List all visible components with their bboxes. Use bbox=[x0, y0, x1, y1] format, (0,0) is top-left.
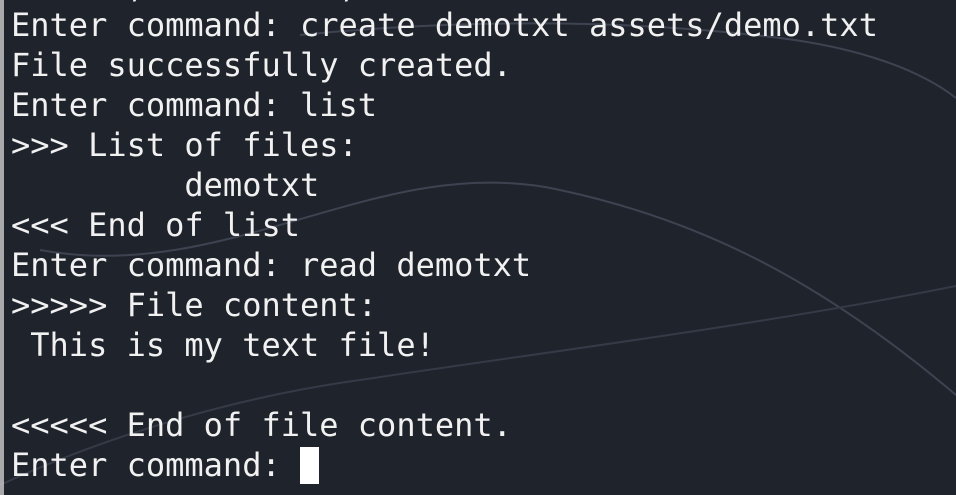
terminal-line: <<<<< End of file content. bbox=[11, 406, 512, 444]
prompt-label: Enter command: bbox=[11, 446, 300, 484]
terminal-left-border bbox=[0, 0, 4, 495]
terminal-line: File successfully created. bbox=[11, 46, 512, 84]
terminal-line: This is my text file! bbox=[11, 326, 435, 364]
terminal-line: Enter command: read demotxt bbox=[11, 246, 532, 284]
terminal-prompt-line[interactable]: Enter command: bbox=[11, 445, 956, 485]
terminal-line: Enter command: create demotxt assets/dem… bbox=[11, 6, 878, 44]
terminal-line: >>>>> File content: bbox=[11, 286, 378, 324]
terminal-line: <<< End of list bbox=[11, 206, 300, 244]
terminal-output[interactable]: Enter command: create demotxt assets/dem… bbox=[11, 5, 956, 485]
terminal-window[interactable]: , . , Enter command: create demotxt asse… bbox=[0, 0, 956, 495]
terminal-line: >>> List of files: bbox=[11, 126, 358, 164]
text-cursor[interactable] bbox=[299, 447, 319, 484]
terminal-line: Enter command: list bbox=[11, 86, 378, 124]
terminal-line: demotxt bbox=[11, 166, 320, 204]
